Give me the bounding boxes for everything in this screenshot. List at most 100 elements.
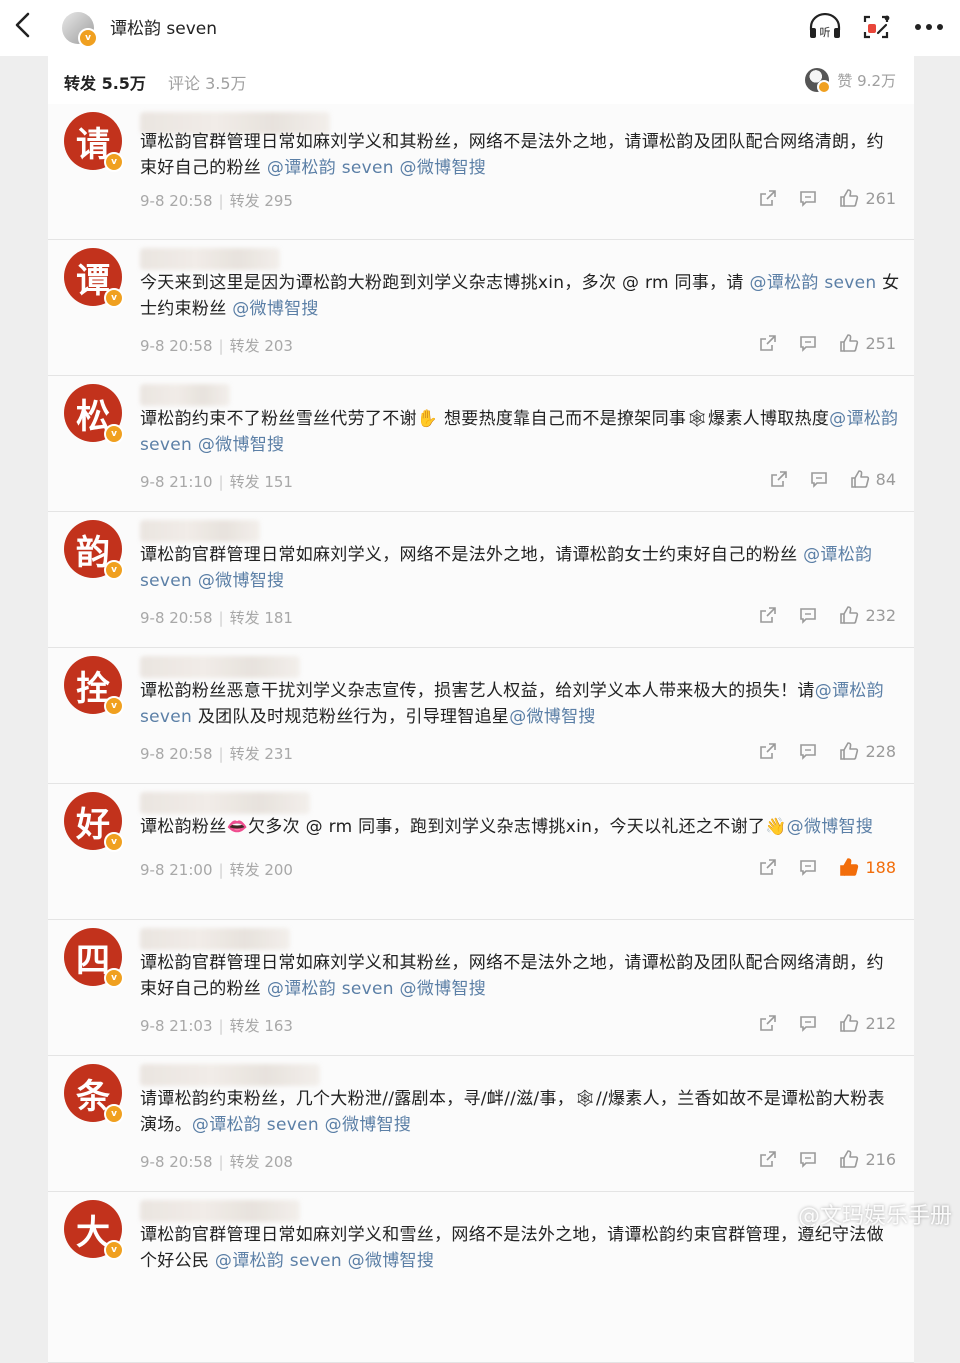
avatar[interactable]: 韵v [64, 520, 124, 580]
comment-icon[interactable] [799, 334, 817, 352]
blurred-username[interactable] [140, 656, 300, 678]
share-icon[interactable] [770, 470, 788, 488]
tab-comment[interactable]: 评论 3.5万 [168, 70, 247, 94]
like-button[interactable]: 232 [839, 605, 896, 625]
avatar[interactable]: 请v [64, 112, 124, 172]
mention-link[interactable]: @谭松韵 seven [192, 1115, 319, 1135]
list-item[interactable]: 韵 v 谭松韵官群管理日常如麻刘学义，网络不是法外之地，请谭松韵女士约束好自己的粉丝… [48, 512, 914, 648]
mention-link[interactable]: @微博智搜 [509, 707, 596, 727]
back-icon[interactable] [10, 10, 38, 40]
comment-text-segment: 谭松韵粉丝👄欠多次 @ rm 同事，跑到刘学义杂志博挑xin，今天以礼还之不谢了… [140, 817, 787, 837]
share-icon[interactable] [759, 1014, 777, 1032]
blurred-username[interactable] [140, 520, 260, 542]
tab-likes[interactable]: 赞 9.2万 [805, 68, 896, 94]
avatar[interactable]: 好v [64, 792, 124, 852]
comment-icon[interactable] [799, 1150, 817, 1168]
avatar[interactable]: 四v [64, 928, 124, 988]
mention-link[interactable]: @谭松韵 seven [749, 273, 876, 293]
listen-icon[interactable]: 听 [808, 12, 842, 42]
thumbs-up-icon [839, 857, 859, 877]
comment-text-segment: 谭松韵约束不了粉丝雪丝代劳了不谢✋ 想要热度靠自己而不是撩架同事🕸爆素人博取热度 [140, 409, 830, 429]
timestamp: 9-8 20:58 [140, 609, 213, 627]
blurred-username[interactable] [140, 384, 230, 406]
mention-link[interactable]: @谭松韵 seven [215, 1251, 342, 1271]
verified-badge-icon: v [104, 1240, 124, 1260]
tab-repost[interactable]: 转发 5.5万 [64, 70, 146, 94]
avatar[interactable]: 大v [64, 1200, 124, 1260]
list-item[interactable]: 四 v 谭松韵官群管理日常如麻刘学义和其粉丝，网络不是法外之地，请谭松韵及团队配合网… [48, 920, 914, 1056]
mention-link[interactable]: @微博智搜 [198, 435, 285, 455]
top-bar: v 谭松韵 seven 听 [0, 0, 960, 56]
page-title[interactable]: 谭松韵 seven [110, 14, 217, 39]
comment-icon[interactable] [799, 858, 817, 876]
list-item[interactable]: 好 v 谭松韵粉丝👄欠多次 @ rm 同事，跑到刘学义杂志博挑xin，今天以礼还之不… [48, 784, 914, 920]
comment-icon[interactable] [799, 189, 817, 207]
mention-link[interactable]: @微博智搜 [198, 571, 285, 591]
mention-link[interactable]: @谭松韵 seven [267, 158, 394, 178]
share-icon[interactable] [759, 1150, 777, 1168]
like-count: 251 [865, 333, 896, 353]
blurred-username[interactable] [140, 792, 310, 814]
like-button[interactable]: 84 [850, 469, 896, 489]
avatar[interactable]: 拴v [64, 656, 124, 716]
verified-badge-icon: v [78, 28, 98, 48]
list-item[interactable]: 拴 v 谭松韵粉丝恶意干扰刘学义杂志宣传，损害艺人权益，给刘学义本人带来极大的损失！… [48, 648, 914, 784]
verified-badge-icon: v [104, 288, 124, 308]
avatar[interactable]: 松v [64, 384, 124, 444]
comment-text-segment: 及团队及时规范粉丝行为，引导理智追星 [192, 707, 510, 727]
like-button[interactable]: 188 [839, 857, 896, 877]
avatar[interactable]: 条v [64, 1064, 124, 1124]
like-count: 261 [865, 188, 896, 208]
share-icon[interactable] [759, 742, 777, 760]
list-item[interactable]: 请 v 谭松韵官群管理日常如麻刘学义和其粉丝，网络不是法外之地，请谭松韵及团队配合网… [48, 104, 914, 240]
avatar[interactable]: 谭v [64, 248, 124, 308]
like-count: 212 [865, 1013, 896, 1033]
comment-text-segment: 今天来到这里是因为谭松韵大粉跑到刘学义杂志博挑xin，多次 @ rm 同事，请 [140, 273, 750, 293]
more-icon[interactable] [912, 12, 946, 42]
mention-link[interactable]: @微博智搜 [400, 979, 487, 999]
mention-link[interactable]: @微博智搜 [787, 817, 874, 837]
blurred-username[interactable] [140, 248, 280, 270]
share-icon[interactable] [759, 858, 777, 876]
like-button[interactable]: 228 [839, 741, 896, 761]
repost-count: 转发 295 [229, 192, 293, 210]
scan-icon[interactable] [860, 12, 894, 42]
share-icon[interactable] [759, 606, 777, 624]
list-item[interactable]: 条 v 请谭松韵约束粉丝，几个大粉泄//露剧本，寻/衅//滋/事，🕸//爆素人，兰香… [48, 1056, 914, 1192]
comment-actions: 212 [759, 1013, 896, 1033]
comment-icon[interactable] [799, 1014, 817, 1032]
mention-link[interactable]: @微博智搜 [400, 158, 487, 178]
like-button[interactable]: 212 [839, 1013, 896, 1033]
list-item[interactable]: 谭 v 今天来到这里是因为谭松韵大粉跑到刘学义杂志博挑xin，多次 @ rm 同事，… [48, 240, 914, 376]
comment-text: 谭松韵粉丝恶意干扰刘学义杂志宣传，损害艺人权益，给刘学义本人带来极大的损失！请 @… [140, 678, 900, 730]
mention-link[interactable]: @微博智搜 [325, 1115, 412, 1135]
verified-badge-icon: v [104, 424, 124, 444]
thumbs-up-icon [839, 333, 859, 353]
comment-meta: 9-8 20:58 | 转发 231 [140, 743, 293, 764]
comment-text: 谭松韵约束不了粉丝雪丝代劳了不谢✋ 想要热度靠自己而不是撩架同事🕸爆素人博取热度… [140, 406, 900, 458]
like-button[interactable]: 261 [839, 188, 896, 208]
comment-icon[interactable] [799, 742, 817, 760]
timestamp: 9-8 21:03 [140, 1017, 213, 1035]
meta-divider: | [218, 192, 224, 210]
blurred-username[interactable] [140, 1200, 300, 1222]
like-button[interactable]: 216 [839, 1149, 896, 1169]
like-button[interactable]: 251 [839, 333, 896, 353]
comment-icon[interactable] [799, 606, 817, 624]
share-icon[interactable] [759, 334, 777, 352]
comment-text-segment: 谭松韵粉丝恶意干扰刘学义杂志宣传，损害艺人权益，给刘学义本人带来极大的损失！请 [140, 681, 815, 701]
list-item[interactable]: 大 v 谭松韵官群管理日常如麻刘学义和雪丝，网络不是法外之地，请谭松韵约束官群管理，… [48, 1192, 914, 1363]
like-count: 188 [865, 857, 896, 877]
comment-text: 谭松韵粉丝👄欠多次 @ rm 同事，跑到刘学义杂志博挑xin，今天以礼还之不谢了… [140, 814, 900, 840]
mention-link[interactable]: @谭松韵 seven [267, 979, 394, 999]
meta-divider: | [218, 1153, 224, 1171]
share-icon[interactable] [759, 189, 777, 207]
avatar[interactable]: v [62, 12, 98, 48]
blurred-username[interactable] [140, 1064, 320, 1086]
timestamp: 9-8 20:58 [140, 745, 213, 763]
mention-link[interactable]: @微博智搜 [232, 299, 319, 319]
list-item[interactable]: 松 v 谭松韵约束不了粉丝雪丝代劳了不谢✋ 想要热度靠自己而不是撩架同事🕸爆素人博取… [48, 376, 914, 512]
blurred-username[interactable] [140, 928, 290, 950]
comment-icon[interactable] [810, 470, 828, 488]
mention-link[interactable]: @微博智搜 [348, 1251, 435, 1271]
